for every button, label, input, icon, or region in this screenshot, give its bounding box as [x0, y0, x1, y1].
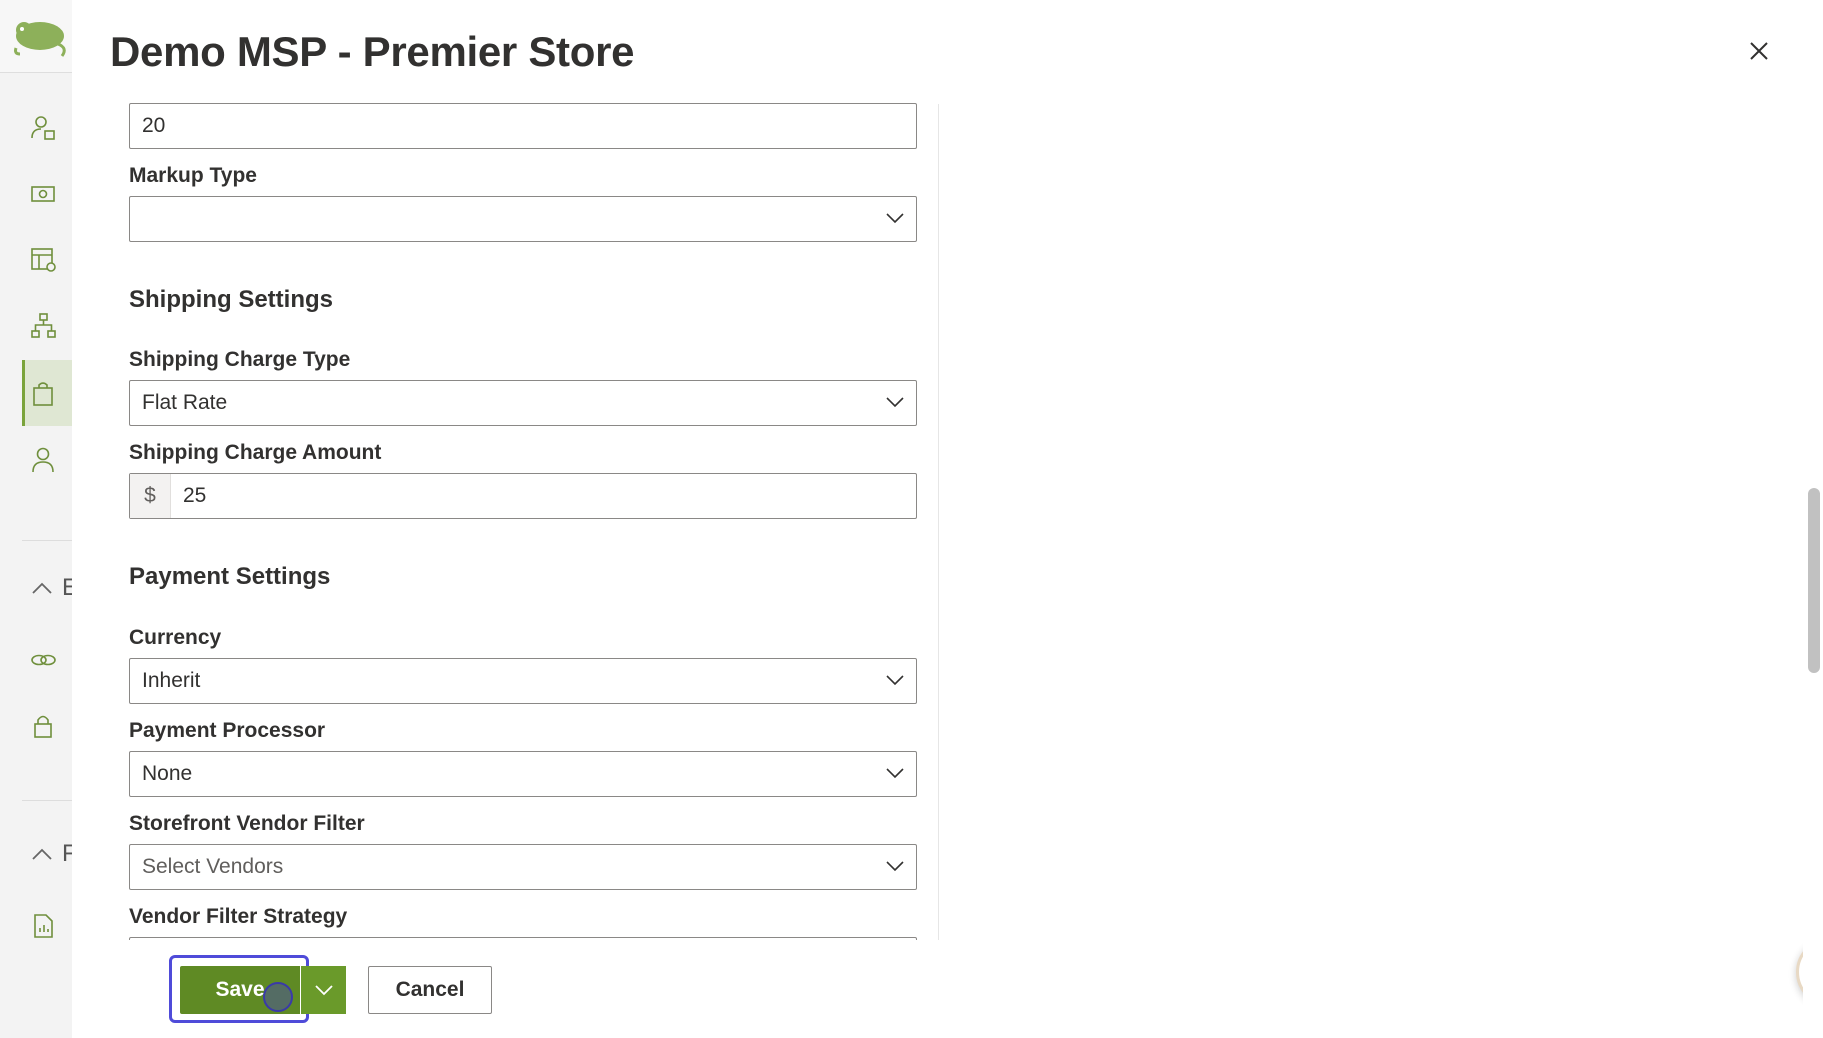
shipping-charge-amount-input[interactable]: $ 25	[129, 473, 917, 519]
payment-settings-heading: Payment Settings	[129, 563, 331, 590]
user-settings-icon[interactable]	[30, 114, 58, 142]
table-settings-icon[interactable]	[30, 246, 58, 274]
vendor-filter-label: Storefront Vendor Filter	[129, 812, 365, 835]
money-icon[interactable]	[30, 180, 58, 208]
shipping-charge-type-dropdown[interactable]: Flat Rate	[129, 380, 917, 426]
sidebar-group-label: E	[62, 574, 72, 601]
chevron-up-icon[interactable]	[30, 580, 54, 596]
edit-store-panel: Demo MSP - Premier Store 20 Markup Type …	[72, 0, 1823, 1038]
chevron-down-icon	[886, 675, 904, 686]
app-topbar	[0, 0, 72, 73]
chevron-down-icon	[886, 768, 904, 779]
payment-processor-label: Payment Processor	[129, 719, 326, 742]
app-sidebar: E F	[0, 0, 72, 1038]
person-icon[interactable]	[30, 446, 58, 474]
sidebar-divider	[22, 800, 72, 801]
report-icon[interactable]	[30, 912, 58, 940]
shipping-charge-type-label: Shipping Charge Type	[129, 348, 351, 371]
currency-prefix: $	[130, 474, 171, 518]
hierarchy-icon[interactable]	[30, 312, 58, 340]
scrollbar-thumb[interactable]	[1808, 488, 1820, 673]
markup-type-dropdown[interactable]	[129, 196, 917, 242]
chameleon-logo-icon	[14, 22, 66, 57]
currency-value: Inherit	[142, 669, 201, 692]
vendor-filter-strategy-dropdown[interactable]	[129, 937, 917, 940]
shipping-charge-amount-label: Shipping Charge Amount	[129, 441, 382, 464]
form-scroll-area[interactable]: 20 Markup Type Shipping Settings Shippin…	[72, 100, 940, 940]
markup-value-input[interactable]: 20	[129, 103, 917, 149]
currency-label: Currency	[129, 626, 222, 649]
cancel-button[interactable]: Cancel	[368, 966, 492, 1014]
panel-title: Demo MSP - Premier Store	[110, 28, 635, 75]
payment-processor-value: None	[142, 762, 193, 785]
lock-icon[interactable]	[30, 712, 58, 740]
shipping-charge-type-value: Flat Rate	[142, 391, 228, 414]
chevron-down-icon	[886, 213, 904, 224]
vendor-filter-strategy-label: Vendor Filter Strategy	[129, 905, 348, 928]
shopping-bag-icon[interactable]	[30, 380, 58, 408]
chevron-down-icon	[886, 861, 904, 872]
markup-value-text: 20	[142, 114, 166, 137]
payment-processor-dropdown[interactable]: None	[129, 751, 917, 797]
sidebar-divider	[22, 540, 72, 541]
shipping-settings-heading: Shipping Settings	[129, 286, 333, 313]
link-icon[interactable]	[30, 646, 58, 674]
vendor-filter-dropdown[interactable]: Select Vendors	[129, 844, 917, 890]
markup-type-label: Markup Type	[129, 164, 257, 187]
currency-dropdown[interactable]: Inherit	[129, 658, 917, 704]
chevron-up-icon[interactable]	[30, 846, 54, 862]
save-options-button[interactable]	[300, 966, 346, 1014]
mouse-cursor-indicator	[263, 982, 293, 1012]
chevron-down-icon	[314, 985, 333, 996]
chevron-down-icon	[886, 397, 904, 408]
vendor-filter-placeholder: Select Vendors	[142, 855, 284, 878]
shipping-charge-amount-value: 25	[183, 484, 207, 507]
sidebar-group-label: F	[62, 840, 72, 867]
close-icon[interactable]	[1744, 36, 1774, 66]
column-divider	[938, 104, 939, 940]
